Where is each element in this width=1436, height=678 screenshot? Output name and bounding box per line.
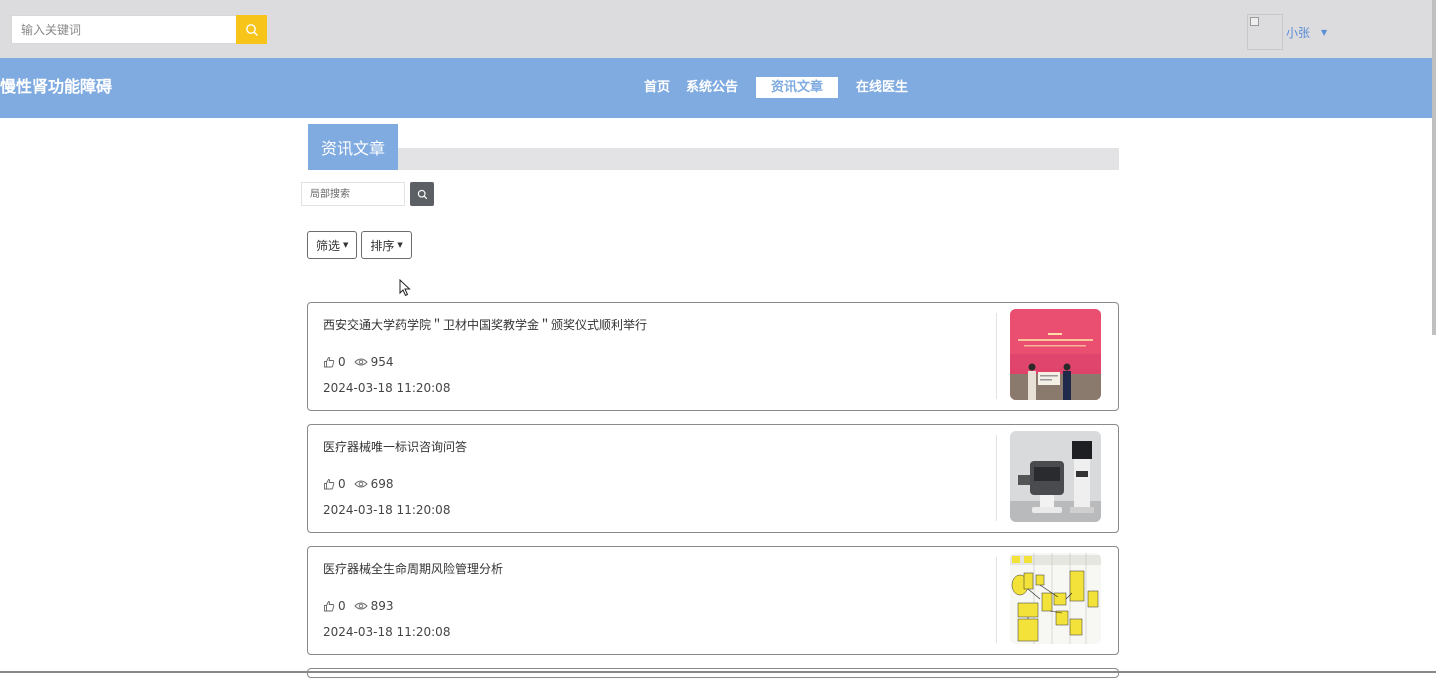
search-icon: [245, 23, 258, 36]
article-stats: 0 698: [323, 477, 402, 491]
section-header: 资讯文章: [308, 124, 1119, 170]
view-count: 698: [354, 477, 394, 491]
like-count-value: 0: [338, 599, 346, 613]
article-date: 2024-03-18 11:20:08: [323, 503, 451, 517]
chevron-down-icon[interactable]: ▼: [1321, 28, 1327, 37]
scrollbar[interactable]: [1432, 0, 1436, 335]
article-title[interactable]: 医疗器械唯一标识咨询问答: [323, 438, 467, 455]
thumbs-up-icon: [324, 601, 335, 612]
filter-dropdown-label: 筛选: [316, 238, 341, 253]
mouse-pointer-icon: [399, 279, 411, 297]
article-card[interactable]: [307, 668, 1119, 678]
local-search-button[interactable]: [410, 182, 434, 206]
filter-dropdown[interactable]: 筛选 ▼: [307, 231, 358, 259]
view-count: 954: [354, 355, 394, 369]
surgical-robot-photo: [1010, 431, 1101, 522]
like-count-value: 0: [338, 477, 346, 491]
eye-icon: [354, 358, 368, 366]
nav-item-announcements[interactable]: 系统公告: [678, 77, 746, 98]
sort-dropdown-label: 排序: [370, 238, 395, 253]
broken-image-icon: [1250, 17, 1259, 26]
article-card[interactable]: 医疗器械全生命周期风险管理分析 0 893 2024-03-18 11:20:0…: [307, 546, 1119, 655]
card-divider: [996, 313, 997, 399]
nav-item-online-doctors[interactable]: 在线医生: [848, 77, 916, 98]
ceremony-photo: [1010, 309, 1101, 400]
like-count: 0: [323, 599, 346, 613]
filter-bar: 筛选 ▼ 排序 ▼: [307, 231, 416, 259]
section-title: 资讯文章: [308, 124, 398, 170]
local-search-input[interactable]: [301, 182, 405, 206]
view-count-value: 893: [370, 599, 394, 613]
global-search-button[interactable]: [236, 15, 267, 44]
like-count: 0: [323, 355, 346, 369]
article-card[interactable]: 西安交通大学药学院＂卫材中国奖教学金＂颁奖仪式顺利举行 0 954 2024-0…: [307, 302, 1119, 411]
global-search: [11, 15, 267, 44]
view-count: 893: [354, 599, 394, 613]
article-title[interactable]: 西安交通大学药学院＂卫材中国奖教学金＂颁奖仪式顺利举行: [323, 316, 647, 333]
article-stats: 0 893: [323, 599, 402, 613]
article-card[interactable]: 医疗器械唯一标识咨询问答 0 698 2024-03-18 11:20:08: [307, 424, 1119, 533]
eye-icon: [354, 602, 368, 610]
main-nav: 首页 系统公告 资讯文章 在线医生: [636, 77, 916, 98]
view-count-value: 698: [370, 477, 394, 491]
local-search: [301, 182, 434, 206]
thumbs-up-icon: [324, 357, 335, 368]
article-title[interactable]: 医疗器械全生命周期风险管理分析: [323, 560, 503, 577]
article-thumbnail[interactable]: [1010, 553, 1101, 644]
flowchart-image: [1010, 553, 1101, 644]
main-nav-bar: 慢性肾功能障碍 首页 系统公告 资讯文章 在线医生: [0, 58, 1436, 118]
caret-down-icon: ▼: [397, 241, 403, 249]
article-date: 2024-03-18 11:20:08: [323, 625, 451, 639]
user-name[interactable]: 小张: [1286, 24, 1310, 41]
avatar: [1247, 14, 1283, 50]
section-header-bar: [308, 148, 1119, 170]
thumbs-up-icon: [324, 479, 335, 490]
article-thumbnail[interactable]: [1010, 431, 1101, 522]
card-divider: [996, 557, 997, 643]
caret-down-icon: ▼: [343, 241, 349, 249]
nav-item-home[interactable]: 首页: [636, 77, 678, 98]
search-icon: [417, 189, 427, 199]
site-brand: 慢性肾功能障碍: [0, 77, 113, 96]
article-thumbnail[interactable]: [1010, 309, 1101, 400]
view-count-value: 954: [370, 355, 394, 369]
sort-dropdown[interactable]: 排序 ▼: [361, 231, 412, 259]
nav-item-articles[interactable]: 资讯文章: [756, 77, 839, 98]
eye-icon: [354, 480, 368, 488]
user-menu[interactable]: 小张 ▼: [1247, 13, 1327, 51]
global-search-input[interactable]: [11, 15, 236, 44]
article-date: 2024-03-18 11:20:08: [323, 381, 451, 395]
card-divider: [996, 435, 997, 521]
like-count-value: 0: [338, 355, 346, 369]
article-stats: 0 954: [323, 355, 402, 369]
top-bar: 小张 ▼: [0, 0, 1436, 58]
like-count: 0: [323, 477, 346, 491]
